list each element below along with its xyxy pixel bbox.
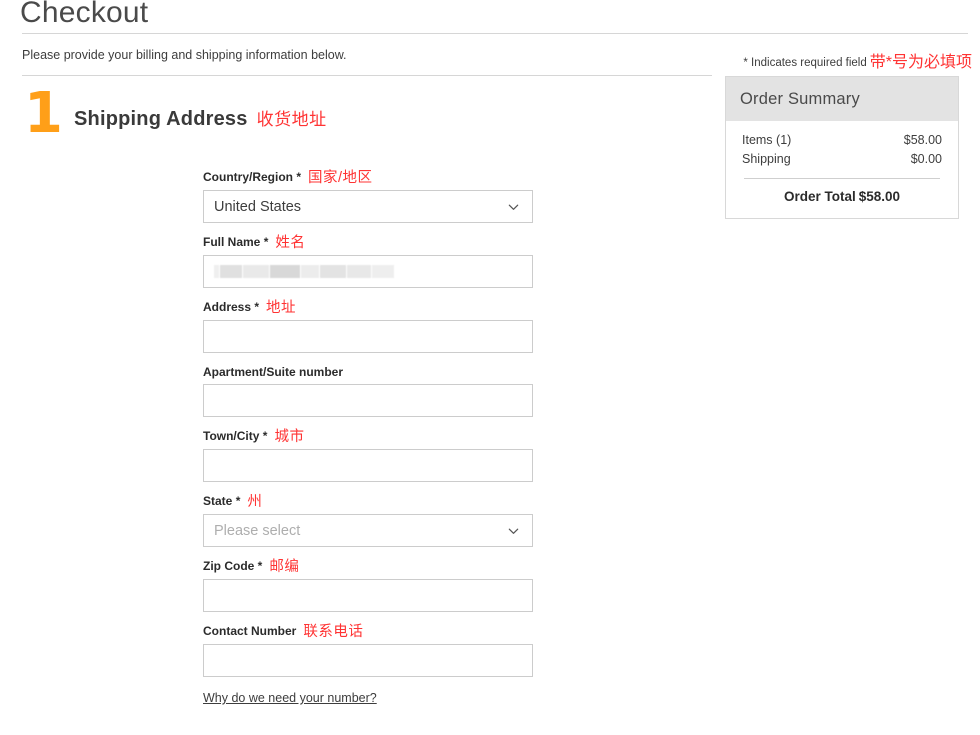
order-summary-body: Items (1) $58.00 Shipping $0.00 Order Total…: [726, 121, 958, 218]
order-total-amount: $58.00: [859, 189, 900, 204]
select-value: Please select: [214, 523, 300, 539]
field-contact-number: Contact Number 联系电话: [203, 624, 533, 677]
header-divider-bottom: [22, 75, 712, 76]
field-apartment-suite-number: Apartment/Suite number: [203, 365, 533, 417]
label-town-city: Town/City * 城市: [203, 429, 533, 444]
summary-row-label: Items (1): [742, 131, 791, 150]
order-summary-row: Shipping $0.00: [742, 150, 942, 169]
chevron-down-icon[interactable]: [507, 200, 520, 213]
order-summary-panel: Order Summary Items (1) $58.00 Shipping $0.…: [725, 76, 959, 219]
label-apartment-suite-number: Apartment/Suite number: [203, 365, 533, 379]
input-town-city[interactable]: [203, 449, 533, 482]
field-zip-code: Zip Code * 邮编: [203, 559, 533, 612]
label-text: Address: [203, 300, 251, 314]
field-country-region: Country/Region * 国家/地区 United States: [203, 170, 533, 223]
page-title: Checkout: [20, 0, 148, 30]
label-cn: 姓名: [275, 235, 305, 251]
label-country-region: Country/Region * 国家/地区: [203, 170, 533, 185]
input-full-name[interactable]: [203, 255, 533, 288]
label-text: Contact Number: [203, 624, 296, 638]
label-cn: 地址: [266, 300, 296, 316]
field-address: Address * 地址: [203, 300, 533, 353]
label-text: Full Name: [203, 235, 260, 249]
required-asterisk: *: [263, 429, 268, 443]
select-country-region[interactable]: United States: [203, 190, 533, 223]
shipping-address-form: Country/Region * 国家/地区 United States Full N…: [203, 170, 533, 707]
checkout-page: Checkout Please provide your billing and…: [0, 0, 980, 735]
header-divider-top: [22, 33, 968, 34]
page-subtitle: Please provide your billing and shipping…: [22, 48, 347, 62]
input-zip-code[interactable]: [203, 579, 533, 612]
order-total-label: Order Total: [784, 189, 856, 204]
section-title-shipping-address: Shipping Address 收货地址: [74, 105, 327, 131]
order-summary-title: Order Summary: [726, 77, 958, 121]
why-need-number-link[interactable]: Why do we need your number?: [203, 691, 377, 705]
required-asterisk: *: [296, 170, 301, 184]
label-cn: 联系电话: [303, 624, 363, 640]
field-town-city: Town/City * 城市: [203, 429, 533, 482]
label-cn: 国家/地区: [308, 170, 373, 186]
input-apartment-suite-number[interactable]: [203, 384, 533, 417]
section-title-en: Shipping Address: [74, 108, 248, 130]
order-summary-row: Items (1) $58.00: [742, 131, 942, 150]
summary-row-amount: $0.00: [911, 150, 942, 169]
field-state: State * 州 Please select: [203, 494, 533, 547]
input-contact-number[interactable]: [203, 644, 533, 677]
input-address[interactable]: [203, 320, 533, 353]
step-number-badge: 1: [24, 86, 63, 142]
section-title-cn: 收货地址: [257, 110, 327, 129]
label-full-name: Full Name * 姓名: [203, 235, 533, 250]
select-value: United States: [214, 199, 301, 215]
label-contact-number: Contact Number 联系电话: [203, 624, 533, 639]
label-address: Address * 地址: [203, 300, 533, 315]
field-full-name: Full Name * 姓名: [203, 235, 533, 288]
label-cn: 州: [247, 494, 262, 510]
label-text: Town/City: [203, 429, 259, 443]
required-field-note: * Indicates required field 带*号为必填项: [743, 48, 972, 72]
required-field-note-en: * Indicates required field: [743, 57, 866, 69]
redacted-value: [214, 265, 395, 279]
label-zip-code: Zip Code * 邮编: [203, 559, 533, 574]
required-asterisk: *: [264, 235, 269, 249]
required-asterisk: *: [236, 494, 241, 508]
chevron-down-icon[interactable]: [507, 524, 520, 537]
label-state: State * 州: [203, 494, 533, 509]
select-state[interactable]: Please select: [203, 514, 533, 547]
required-asterisk: *: [258, 559, 263, 573]
required-asterisk: *: [254, 300, 259, 314]
required-field-note-cn: 带*号为必填项: [870, 54, 972, 71]
label-text: State: [203, 494, 232, 508]
label-text: Country/Region: [203, 170, 293, 184]
label-text: Zip Code: [203, 559, 254, 573]
label-cn: 邮编: [269, 559, 299, 575]
label-text: Apartment/Suite number: [203, 365, 343, 379]
label-cn: 城市: [274, 429, 304, 445]
order-total-row: Order Total$58.00: [742, 179, 942, 204]
summary-row-label: Shipping: [742, 150, 791, 169]
summary-row-amount: $58.00: [904, 131, 942, 150]
